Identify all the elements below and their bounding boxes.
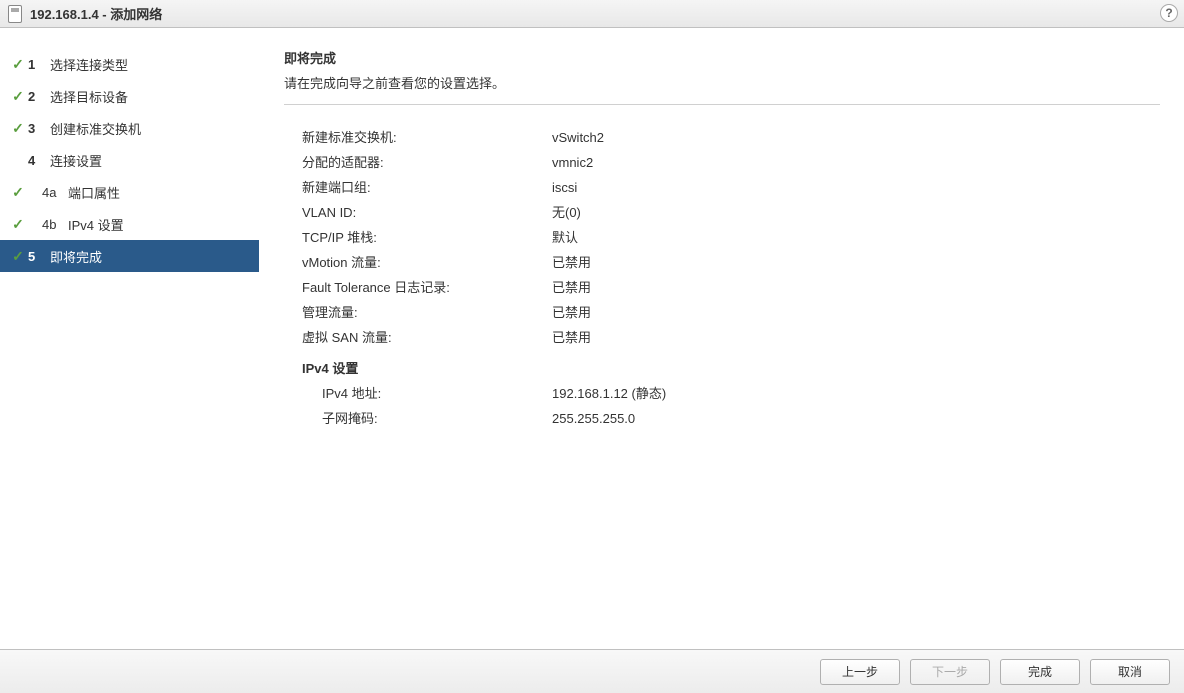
summary-label: 子网掩码: xyxy=(302,406,552,431)
wizard-content: 即将完成 请在完成向导之前查看您的设置选择。 新建标准交换机:vSwitch2分… xyxy=(260,28,1184,648)
step-number: 4a xyxy=(42,185,68,200)
window-title: 192.168.1.4 - 添加网络 xyxy=(30,4,162,23)
wizard-step-1[interactable]: ✓1选择连接类型 xyxy=(0,48,259,80)
summary-value: 255.255.255.0 xyxy=(552,406,1160,431)
step-number: 2 xyxy=(28,89,50,104)
wizard-step-4[interactable]: ✓4连接设置 xyxy=(0,144,259,176)
summary-value: 已禁用 xyxy=(552,250,1160,275)
summary-value: vmnic2 xyxy=(552,150,1160,175)
step-label: IPv4 设置 xyxy=(68,215,124,234)
step-label: 选择目标设备 xyxy=(50,87,128,106)
step-label: 连接设置 xyxy=(50,151,102,170)
step-number: 1 xyxy=(28,57,50,72)
summary-value: iscsi xyxy=(552,175,1160,200)
summary-label: TCP/IP 堆栈: xyxy=(302,225,552,250)
summary-row: 新建标准交换机:vSwitch2 xyxy=(302,125,1160,150)
check-icon: ✓ xyxy=(8,88,28,105)
step-number: 4b xyxy=(42,217,68,232)
next-button: 下一步 xyxy=(910,659,990,685)
step-number: 3 xyxy=(28,121,50,136)
summary-value: 192.168.1.12 (静态) xyxy=(552,381,1160,406)
device-icon xyxy=(8,5,22,23)
content-title: 即将完成 xyxy=(284,48,1160,67)
summary-row: Fault Tolerance 日志记录:已禁用 xyxy=(302,275,1160,300)
summary-row: 虚拟 SAN 流量:已禁用 xyxy=(302,325,1160,350)
step-number: 4 xyxy=(28,153,50,168)
wizard-step-4a[interactable]: ✓ 4a端口属性 xyxy=(0,176,259,208)
ipv4-section-title: IPv4 设置 xyxy=(302,356,1160,381)
wizard-sidebar: ✓1选择连接类型✓2选择目标设备✓3创建标准交换机✓4连接设置✓4a端口属性✓4… xyxy=(0,28,260,648)
finish-button[interactable]: 完成 xyxy=(1000,659,1080,685)
summary-label: VLAN ID: xyxy=(302,200,552,225)
content-subtitle: 请在完成向导之前查看您的设置选择。 xyxy=(284,73,1160,92)
summary-row: 分配的适配器:vmnic2 xyxy=(302,150,1160,175)
summary-row: TCP/IP 堆栈:默认 xyxy=(302,225,1160,250)
divider xyxy=(284,104,1160,105)
step-label: 即将完成 xyxy=(50,247,102,266)
summary-value: 已禁用 xyxy=(552,300,1160,325)
summary-value: 已禁用 xyxy=(552,325,1160,350)
wizard-step-3[interactable]: ✓3创建标准交换机 xyxy=(0,112,259,144)
summary-label: IPv4 地址: xyxy=(302,381,552,406)
summary-label: 虚拟 SAN 流量: xyxy=(302,325,552,350)
summary-label: Fault Tolerance 日志记录: xyxy=(302,275,552,300)
summary-label: 管理流量: xyxy=(302,300,552,325)
check-icon: ✓ xyxy=(8,248,28,265)
summary-row: 管理流量:已禁用 xyxy=(302,300,1160,325)
summary-label: 新建标准交换机: xyxy=(302,125,552,150)
summary-value: 已禁用 xyxy=(552,275,1160,300)
wizard-step-4b[interactable]: ✓ 4bIPv4 设置 xyxy=(0,208,259,240)
summary-value: 无(0) xyxy=(552,200,1160,225)
summary-label: 新建端口组: xyxy=(302,175,552,200)
check-icon: ✓ xyxy=(8,216,28,233)
help-icon[interactable]: ? xyxy=(1160,4,1178,22)
summary-row: IPv4 地址:192.168.1.12 (静态) xyxy=(302,381,1160,406)
wizard-step-5[interactable]: ✓5即将完成 xyxy=(0,240,259,272)
wizard-footer: 上一步 下一步 完成 取消 xyxy=(0,649,1184,693)
step-label: 创建标准交换机 xyxy=(50,119,141,138)
summary-section: 新建标准交换机:vSwitch2分配的适配器:vmnic2新建端口组:iscsi… xyxy=(284,125,1160,431)
titlebar: 192.168.1.4 - 添加网络 ? xyxy=(0,0,1184,28)
step-label: 端口属性 xyxy=(68,183,120,202)
summary-row: 子网掩码:255.255.255.0 xyxy=(302,406,1160,431)
wizard-step-2[interactable]: ✓2选择目标设备 xyxy=(0,80,259,112)
summary-value: vSwitch2 xyxy=(552,125,1160,150)
check-icon: ✓ xyxy=(8,184,28,201)
check-icon: ✓ xyxy=(8,56,28,73)
step-label: 选择连接类型 xyxy=(50,55,128,74)
cancel-button[interactable]: 取消 xyxy=(1090,659,1170,685)
summary-label: vMotion 流量: xyxy=(302,250,552,275)
summary-row: 新建端口组:iscsi xyxy=(302,175,1160,200)
check-icon: ✓ xyxy=(8,120,28,137)
step-number: 5 xyxy=(28,249,50,264)
main-area: ✓1选择连接类型✓2选择目标设备✓3创建标准交换机✓4连接设置✓4a端口属性✓4… xyxy=(0,28,1184,648)
summary-row: VLAN ID:无(0) xyxy=(302,200,1160,225)
summary-value: 默认 xyxy=(552,225,1160,250)
summary-row: vMotion 流量:已禁用 xyxy=(302,250,1160,275)
summary-label: 分配的适配器: xyxy=(302,150,552,175)
back-button[interactable]: 上一步 xyxy=(820,659,900,685)
